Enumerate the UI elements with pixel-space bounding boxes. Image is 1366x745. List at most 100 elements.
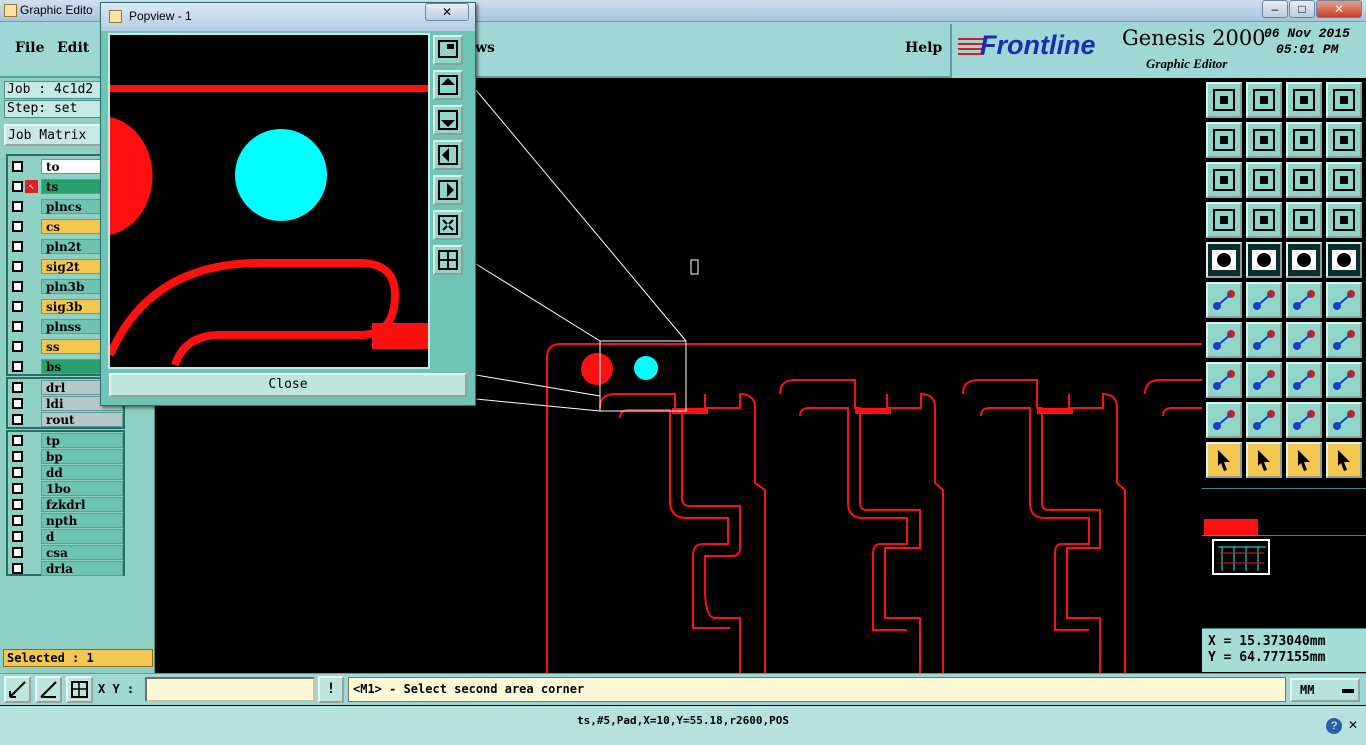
arc-button[interactable] <box>1286 322 1322 358</box>
layer-checkbox[interactable] <box>12 514 23 526</box>
popview-close-label-button[interactable]: Close <box>109 373 467 397</box>
layer-row-bp[interactable]: bp <box>8 448 123 464</box>
line-draw-button[interactable] <box>1246 322 1282 358</box>
route-net-button[interactable] <box>1286 202 1322 238</box>
layer-row-npth[interactable]: npth <box>8 512 123 528</box>
pan-right-tool-button[interactable] <box>1246 122 1282 158</box>
layer-row-drla[interactable]: drla <box>8 560 123 576</box>
layer-checkbox[interactable] <box>12 466 23 478</box>
arch-button[interactable] <box>1286 402 1322 438</box>
layer-list-misc: tp bp dd 1bo fzkdrl npth d csa drla <box>6 430 125 576</box>
layer-checkbox[interactable] <box>12 340 23 352</box>
layer-row-fzkdrl[interactable]: fzkdrl <box>8 496 123 512</box>
popview-close-button[interactable]: ✕ <box>425 3 469 21</box>
triangle-arrow-button[interactable] <box>1246 402 1282 438</box>
select-rotate-button[interactable] <box>1286 442 1322 478</box>
layer-checkbox[interactable] <box>12 320 23 332</box>
pad-cluster-button[interactable] <box>1326 362 1362 398</box>
layer-checkbox[interactable] <box>12 413 23 425</box>
layer-checkbox[interactable] <box>12 300 23 312</box>
layer-checkbox[interactable] <box>12 434 23 446</box>
home-up-button[interactable] <box>1206 82 1242 118</box>
layer-checkbox[interactable] <box>12 530 23 542</box>
home-down-button[interactable] <box>1246 82 1282 118</box>
layer-checkbox[interactable] <box>12 450 23 462</box>
zoom-in-button[interactable] <box>433 210 463 240</box>
help-query-button[interactable] <box>1326 162 1362 198</box>
select-connect-button[interactable] <box>1326 442 1362 478</box>
snap-angle-button[interactable] <box>35 676 62 703</box>
fit-screen-button[interactable] <box>1206 162 1242 198</box>
menu-edit[interactable]: Edit <box>57 40 89 56</box>
menu-help[interactable]: Help <box>905 40 942 56</box>
grid-toggle-button[interactable] <box>1246 202 1282 238</box>
mirror-button[interactable] <box>1326 322 1362 358</box>
fit-center-button[interactable] <box>1246 162 1282 198</box>
select-box-button[interactable] <box>1246 442 1282 478</box>
overview-map[interactable] <box>1202 488 1366 626</box>
popview-canvas[interactable] <box>108 33 430 369</box>
line-center-button[interactable] <box>1246 362 1282 398</box>
minimize-button[interactable]: – <box>1262 0 1288 18</box>
layer-checkbox[interactable] <box>12 546 23 558</box>
contour-button[interactable] <box>1246 242 1282 278</box>
layer-row-dd[interactable]: dd <box>8 464 123 480</box>
layer-checkbox[interactable] <box>12 220 23 232</box>
layer-row-1bo[interactable]: 1bo <box>8 480 123 496</box>
layer-checkbox[interactable] <box>12 200 23 212</box>
circle-feature-button[interactable] <box>1326 242 1362 278</box>
pan-down-button[interactable] <box>433 105 463 135</box>
layer-checkbox[interactable] <box>12 482 23 494</box>
help-icon[interactable]: ? <box>1326 718 1342 734</box>
layer-row-csa[interactable]: csa <box>8 544 123 560</box>
pan-left-button[interactable] <box>433 140 463 170</box>
zoom-window-button[interactable] <box>433 35 463 65</box>
layer-row-tp[interactable]: tp <box>8 432 123 448</box>
layer-row-rout[interactable]: rout <box>8 411 123 427</box>
small-close-icon[interactable]: ✕ <box>1348 718 1362 734</box>
grid-snap-button[interactable] <box>66 676 93 703</box>
xy-apply-button[interactable]: ! <box>318 676 344 703</box>
units-select[interactable]: MM <box>1290 678 1360 702</box>
split-window-button[interactable] <box>1326 82 1362 118</box>
home-button[interactable] <box>1286 82 1322 118</box>
move-point-button[interactable] <box>1286 282 1322 318</box>
layer-checkbox[interactable] <box>12 240 23 252</box>
close-window-button[interactable]: ✕ <box>1316 0 1362 18</box>
snap-mode-button[interactable] <box>4 676 31 703</box>
move-pad-button[interactable] <box>1326 282 1362 318</box>
delete-node-button[interactable] <box>1246 282 1282 318</box>
pan-up-button[interactable] <box>433 70 463 100</box>
arch-cross-button[interactable] <box>1326 402 1362 438</box>
undo-view-button[interactable] <box>1286 122 1322 158</box>
maximize-button[interactable]: □ <box>1289 0 1315 18</box>
layer-checkbox[interactable] <box>12 381 23 393</box>
layer-row-d[interactable]: d <box>8 528 123 544</box>
select-pointer-button[interactable] <box>1206 442 1242 478</box>
pad-add-button[interactable] <box>1206 242 1242 278</box>
pad-center-button[interactable] <box>1286 362 1322 398</box>
settings-button[interactable] <box>1206 202 1242 238</box>
menu-file[interactable]: File <box>15 40 44 56</box>
layer-checkbox[interactable] <box>12 280 23 292</box>
pan-right-button[interactable] <box>433 175 463 205</box>
route-net-alt-button[interactable] <box>1326 202 1362 238</box>
redraw-button[interactable] <box>1326 122 1362 158</box>
layer-checkbox[interactable] <box>12 180 23 192</box>
pan-left-tool-button[interactable] <box>1206 122 1242 158</box>
line-angle-button[interactable] <box>1206 322 1242 358</box>
zoom-out-button[interactable] <box>433 245 463 275</box>
connect-button[interactable] <box>1206 282 1242 318</box>
layer-checkbox[interactable] <box>12 360 23 372</box>
scale-1-2-button[interactable] <box>1286 162 1322 198</box>
pad-pair-button[interactable] <box>1206 362 1242 398</box>
layer-checkbox[interactable] <box>12 498 23 510</box>
xy-input[interactable] <box>145 677 315 702</box>
layer-checkbox[interactable] <box>12 562 23 574</box>
measure-button[interactable] <box>1286 242 1322 278</box>
triangle-button[interactable] <box>1206 402 1242 438</box>
layer-checkbox[interactable] <box>12 397 23 409</box>
menu-views[interactable]: ws <box>475 40 495 56</box>
layer-checkbox[interactable] <box>12 260 23 272</box>
layer-checkbox[interactable] <box>12 160 23 172</box>
